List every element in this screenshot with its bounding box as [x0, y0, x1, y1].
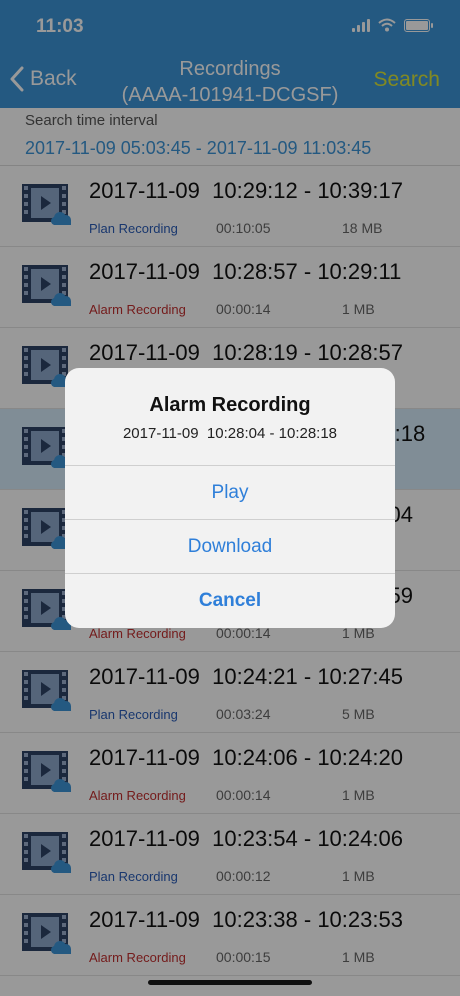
dialog-time-range: 2017-11-09 10:28:04 - 10:28:18 — [122, 425, 338, 442]
dialog-header: Alarm Recording 2017-11-09 10:28:04 - 10… — [65, 368, 395, 466]
home-indicator[interactable] — [148, 980, 312, 985]
dialog-title: Alarm Recording — [149, 394, 311, 416]
play-button[interactable]: Play — [65, 466, 395, 520]
cancel-button[interactable]: Cancel — [65, 574, 395, 628]
recording-action-dialog: Alarm Recording 2017-11-09 10:28:04 - 10… — [65, 368, 395, 628]
download-button[interactable]: Download — [65, 520, 395, 574]
